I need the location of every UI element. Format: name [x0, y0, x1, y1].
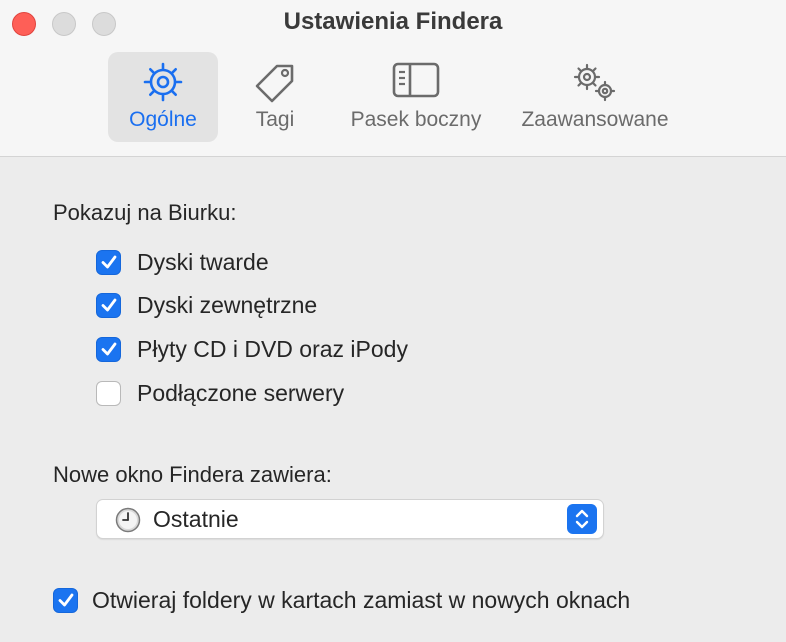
- desktop-item-hard-disks[interactable]: Dyski twarde: [96, 248, 269, 276]
- checkmark-icon: [58, 593, 73, 607]
- tab-tags-label: Tagi: [255, 108, 295, 131]
- checkbox-external-disks[interactable]: [96, 292, 121, 318]
- tab-sidebar[interactable]: Pasek boczny: [341, 52, 491, 142]
- select-value: Ostatnie: [153, 506, 239, 532]
- checkmark-icon: [101, 255, 116, 269]
- new-window-heading: Nowe okno Findera zawiera:: [53, 462, 332, 487]
- tab-tags[interactable]: Tagi: [230, 52, 320, 142]
- tab-advanced[interactable]: Zaawansowane: [513, 52, 677, 142]
- desktop-section-heading: Pokazuj na Biurku:: [53, 200, 237, 225]
- desktop-item-connected-servers[interactable]: Podłączone serwery: [96, 379, 344, 407]
- finder-settings-window: Ustawienia Findera Ogólne Tagi Pasek boc…: [0, 0, 786, 642]
- checkbox-hard-disks[interactable]: [96, 249, 121, 275]
- gear-icon: [141, 60, 185, 109]
- checkbox-label: Dyski twarde: [137, 248, 269, 275]
- clock-icon: [115, 507, 141, 538]
- tab-sidebar-label: Pasek boczny: [350, 108, 482, 131]
- gears-icon: [567, 60, 623, 109]
- checkbox-label: Podłączone serwery: [137, 379, 345, 406]
- tag-icon: [252, 60, 298, 111]
- checkmark-icon: [101, 298, 116, 312]
- new-window-select[interactable]: Ostatnie: [96, 499, 604, 539]
- checkbox-cds-dvds-ipods[interactable]: [96, 336, 121, 362]
- checkmark-icon: [101, 342, 116, 356]
- checkbox-open-in-tabs[interactable]: [53, 587, 78, 613]
- checkbox-label: Płyty CD i DVD oraz iPody: [137, 335, 408, 362]
- tab-advanced-label: Zaawansowane: [521, 108, 669, 131]
- checkbox-connected-servers[interactable]: [96, 380, 121, 406]
- open-in-tabs-option[interactable]: Otwieraj foldery w kartach zamiast w now…: [53, 586, 630, 614]
- select-stepper[interactable]: [567, 504, 597, 534]
- window-title: Ustawienia Findera: [283, 8, 503, 35]
- desktop-item-cds-dvds-ipods[interactable]: Płyty CD i DVD oraz iPody: [96, 335, 408, 363]
- chevron-updown-icon: [575, 509, 589, 529]
- desktop-item-external-disks[interactable]: Dyski zewnętrzne: [96, 291, 317, 319]
- tab-general-label: Ogólne: [129, 108, 197, 131]
- checkbox-label: Dyski zewnętrzne: [137, 291, 318, 318]
- tab-general[interactable]: Ogólne: [108, 52, 218, 142]
- sidebar-icon: [392, 60, 440, 105]
- checkbox-label: Otwieraj foldery w kartach zamiast w now…: [92, 586, 631, 613]
- toolbar: Ustawienia Findera Ogólne Tagi Pasek boc…: [0, 0, 786, 157]
